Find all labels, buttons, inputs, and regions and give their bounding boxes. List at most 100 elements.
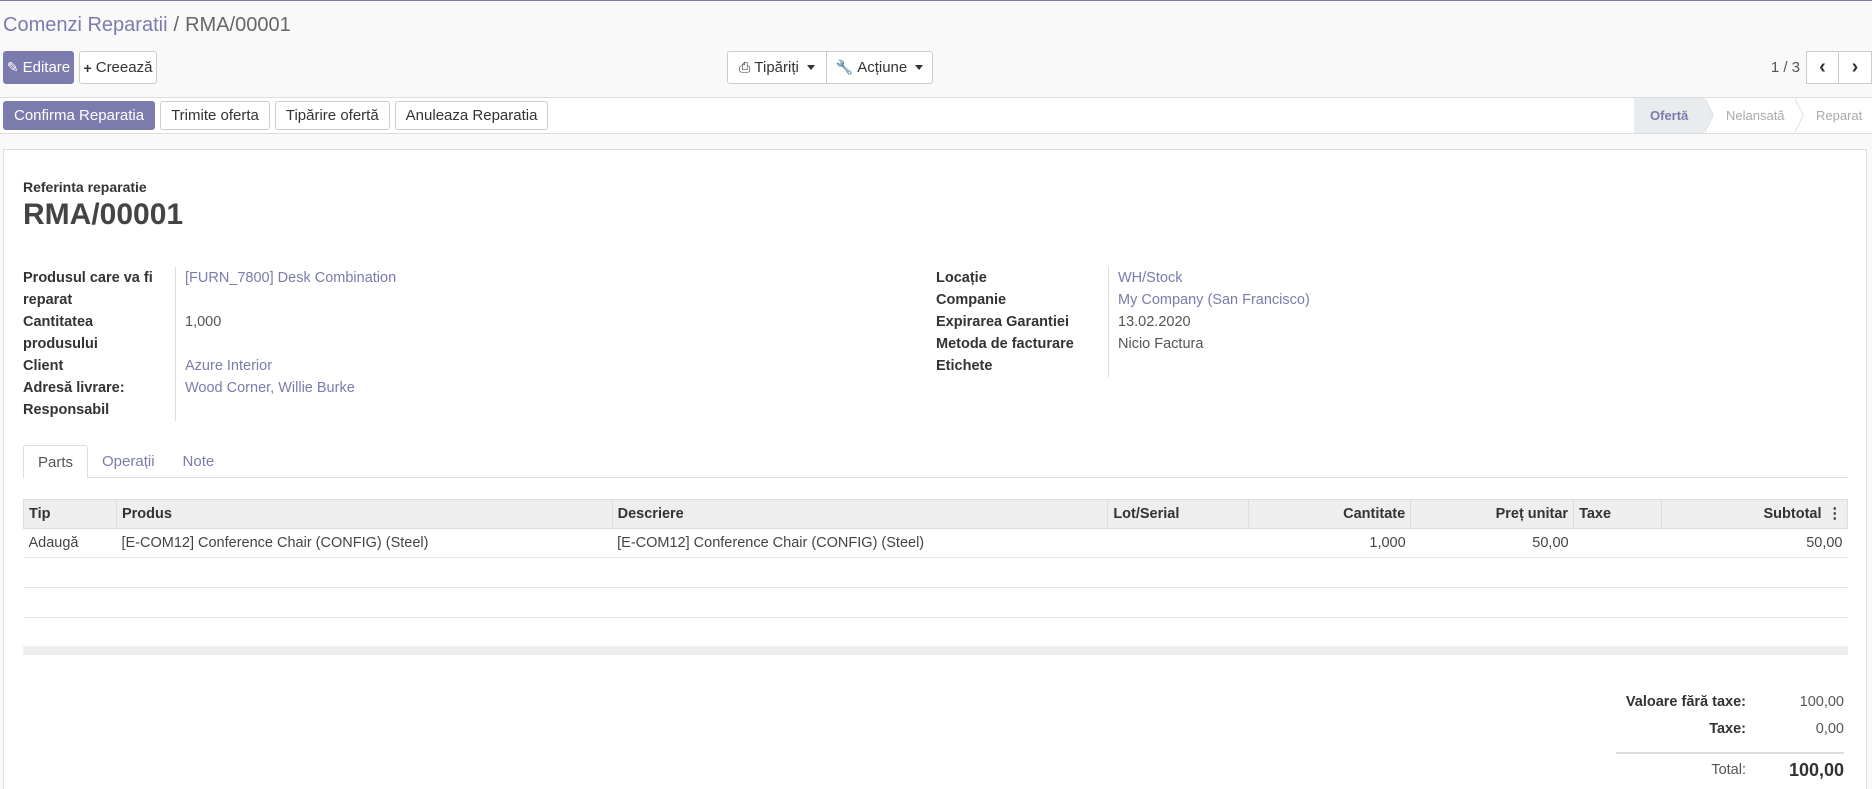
column-header-description[interactable]: Descriere (611, 499, 1109, 529)
cell-lot-serial (1107, 528, 1249, 558)
field-row-delivery-address: Adresă livrare: Wood Corner, Willie Burk… (23, 377, 396, 399)
client-link[interactable]: Azure Interior (185, 358, 272, 374)
field-value-location: WH/Stock (1108, 267, 1182, 289)
field-label-delivery-address: Adresă livrare: (23, 380, 125, 396)
statusbar-buttons: Confirma Reparatia Trimite oferta Tipări… (3, 101, 549, 130)
caret-down-icon (806, 65, 815, 70)
left-field-group: Produsul care va fi reparat [FURN_7800] … (23, 267, 396, 421)
field-label-client: Client (23, 358, 64, 374)
field-label-location: Locație (936, 270, 987, 286)
subtotal-header-label: Subtotal (1763, 506, 1822, 522)
field-value-quantity: 1,000 (175, 311, 221, 355)
column-header-quantity[interactable]: Cantitate (1248, 499, 1412, 529)
field-value-responsible (175, 399, 185, 421)
total-amount-value: 100,00 (1788, 759, 1844, 780)
field-label-responsible: Responsabil (23, 402, 110, 418)
wrench-icon: 🔧 (835, 59, 854, 75)
edit-button[interactable]: ✎ Editare (3, 51, 74, 84)
sidebar-dropdowns: ⎙ Tipăriți 🔧 Acțiune (727, 51, 933, 84)
untaxed-amount-row: Valoare fără taxe: 100,00 (1616, 694, 1844, 721)
main-buttons: ✎ Editare + Creează (3, 51, 157, 84)
field-row-invoice-method: Metoda de facturare Nicio Factura (936, 333, 1310, 355)
empty-row (23, 587, 1848, 618)
column-header-product[interactable]: Produs (115, 499, 613, 529)
print-dropdown-label: Tipăriți (754, 59, 799, 76)
tab-parts[interactable]: Parts (23, 445, 89, 479)
pager-previous-button[interactable]: ‹ (1806, 51, 1839, 84)
create-button[interactable]: + Creează (79, 51, 157, 84)
chevron-left-icon: ‹ (1819, 56, 1826, 78)
print-quotation-button[interactable]: Tipărire ofertă (274, 101, 390, 130)
status-steps: Ofertă Nelansată Reparat (1634, 98, 1872, 133)
untaxed-amount-label: Valoare fără taxe: (1625, 694, 1746, 710)
column-header-unit-price[interactable]: Preț unitar (1410, 499, 1575, 529)
product-link[interactable]: [FURN_7800] Desk Combination (185, 270, 396, 286)
status-step-repaired[interactable]: Reparat (1794, 98, 1872, 133)
column-header-lot-serial[interactable]: Lot/Serial (1107, 499, 1250, 529)
reference-title: RMA/00001 (23, 198, 184, 231)
table-header-row: Tip Produs Descriere Lot/Serial Cantitat… (23, 499, 1848, 529)
right-field-group: Locație WH/Stock Companie My Company (Sa… (936, 267, 1310, 377)
form-sheet: Referinta reparatie RMA/00001 Produsul c… (3, 149, 1867, 789)
status-step-quotation[interactable]: Ofertă (1634, 98, 1714, 133)
field-row-responsible: Responsabil (23, 399, 396, 421)
cell-quantity: 1,000 (1248, 528, 1411, 558)
pager: 1 / 3 ‹ › (1771, 51, 1872, 84)
tab-operations[interactable]: Operații (88, 445, 169, 478)
create-button-label: Creează (95, 59, 153, 76)
company-link[interactable]: My Company (San Francisco) (1118, 292, 1310, 308)
column-header-subtotal[interactable]: Subtotal ⋮ (1661, 499, 1848, 529)
field-label-invoice-method: Metoda de facturare (936, 336, 1074, 352)
pencil-icon: ✎ (6, 59, 19, 75)
caret-down-icon (915, 65, 924, 70)
column-header-taxes[interactable]: Taxe (1573, 499, 1663, 529)
cell-taxes (1573, 528, 1662, 558)
breadcrumb-current: RMA/00001 (185, 14, 291, 36)
notebook-tabs: Parts Operații Note (23, 445, 1848, 479)
column-header-type[interactable]: Tip (23, 499, 117, 529)
field-row-quantity: Cantitatea produsului 1,000 (23, 311, 396, 355)
empty-row (23, 557, 1848, 588)
parts-table: Tip Produs Descriere Lot/Serial Cantitat… (23, 499, 1848, 618)
table-row[interactable]: Adaugă [E-COM12] Conference Chair (CONFI… (23, 528, 1848, 558)
field-row-location: Locație WH/Stock (936, 267, 1310, 289)
field-value-invoice-method: Nicio Factura (1108, 333, 1203, 355)
form-statusbar: Confirma Reparatia Trimite oferta Tipări… (0, 97, 1872, 134)
breadcrumb-separator: / (173, 14, 180, 36)
field-value-tags (1108, 355, 1118, 377)
pager-value[interactable]: 1 / 3 (1771, 59, 1800, 76)
delivery-address-link[interactable]: Wood Corner, Willie Burke (185, 380, 355, 396)
action-dropdown-label: Acțiune (857, 59, 908, 76)
chevron-right-icon: › (1851, 56, 1859, 78)
edit-button-label: Editare (22, 59, 71, 76)
untaxed-amount-value: 100,00 (1799, 694, 1844, 710)
totals-summary: Valoare fără taxe: 100,00 Taxe: 0,00 Tot… (1616, 694, 1844, 782)
field-value-warranty-expiration: 13.02.2020 (1108, 311, 1191, 333)
field-row-product: Produsul care va fi reparat [FURN_7800] … (23, 267, 396, 311)
tax-amount-label: Taxe: (1709, 721, 1746, 737)
field-label-quantity: Cantitatea produsului (23, 314, 98, 352)
total-amount-label: Total: (1711, 762, 1746, 778)
action-dropdown[interactable]: 🔧 Acțiune (827, 51, 933, 84)
pager-next-button[interactable]: › (1839, 51, 1872, 84)
table-footer (23, 646, 1848, 655)
send-quotation-button[interactable]: Trimite oferta (160, 101, 270, 130)
field-label-company: Companie (936, 292, 1007, 308)
tab-notes[interactable]: Note (169, 445, 229, 478)
confirm-repair-button[interactable]: Confirma Reparatia (3, 101, 156, 130)
cell-unit-price: 50,00 (1410, 528, 1574, 558)
field-row-company: Companie My Company (San Francisco) (936, 289, 1310, 311)
cell-product: [E-COM12] Conference Chair (CONFIG) (Ste… (116, 528, 613, 558)
field-row-warranty-expiration: Expirarea Garantiei 13.02.2020 (936, 311, 1310, 333)
tax-amount-value: 0,00 (1815, 721, 1844, 737)
reference-label: Referinta reparatie (23, 179, 147, 195)
breadcrumb: Comenzi Reparatii / RMA/00001 (3, 14, 291, 37)
breadcrumb-parent-link[interactable]: Comenzi Reparatii (3, 14, 168, 36)
field-value-client: Azure Interior (175, 355, 272, 377)
status-step-unreleased[interactable]: Nelansată (1704, 98, 1804, 133)
cell-subtotal: 50,00 (1661, 528, 1848, 558)
cancel-repair-button[interactable]: Anuleaza Reparatia (394, 101, 549, 130)
location-link[interactable]: WH/Stock (1118, 270, 1182, 286)
column-options-icon[interactable]: ⋮ (1828, 506, 1843, 522)
print-dropdown[interactable]: ⎙ Tipăriți (727, 51, 827, 84)
